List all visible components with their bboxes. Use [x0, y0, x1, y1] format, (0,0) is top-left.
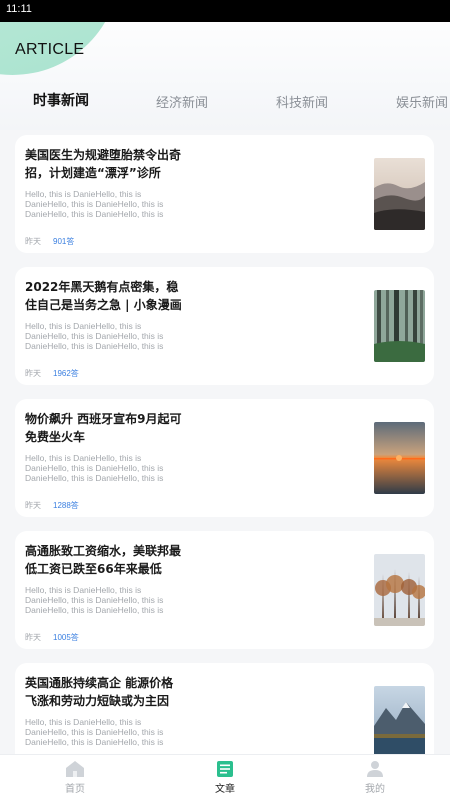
article-thumbnail — [374, 158, 425, 230]
article-views: 1005答 — [53, 633, 79, 642]
nav-profile[interactable]: 我的 — [345, 760, 405, 795]
article-summary: Hello, this is DanieHello, this is Danie… — [25, 189, 164, 219]
tab-current-news[interactable]: 时事新闻 — [33, 90, 89, 110]
article-meta: 昨天 1962答 — [25, 368, 79, 379]
article-thumbnail — [374, 422, 425, 494]
nav-profile-label: 我的 — [365, 784, 385, 795]
article-date: 昨天 — [25, 237, 41, 246]
article-thumbnail — [374, 554, 425, 626]
article-thumbnail — [374, 290, 425, 362]
article-icon — [217, 761, 233, 777]
tab-entertainment-news[interactable]: 娱乐新闻 — [396, 92, 448, 111]
article-summary: Hello, this is DanieHello, this is Danie… — [25, 717, 164, 747]
article-summary: Hello, this is DanieHello, this is Danie… — [25, 585, 164, 615]
home-icon — [66, 761, 84, 777]
tab-economy-news[interactable]: 经济新闻 — [156, 92, 208, 111]
status-bar: 11:11 — [0, 0, 450, 22]
article-views: 901答 — [53, 237, 75, 246]
category-tabs: 时事新闻 经济新闻 科技新闻 娱乐新闻 — [0, 90, 450, 116]
article-title: 物价飙升 西班牙宣布9月起可免费坐火车 — [25, 412, 182, 444]
article-meta: 昨天 1005答 — [25, 632, 79, 643]
article-summary: Hello, this is DanieHello, this is Danie… — [25, 321, 164, 351]
article-card[interactable]: 美国医生为规避堕胎禁令出奇招，计划建造“漂浮”诊所 Hello, this is… — [15, 135, 434, 253]
article-meta: 昨天 901答 — [25, 236, 74, 247]
nav-home-label: 首页 — [65, 784, 85, 795]
nav-article[interactable]: 文章 — [195, 760, 255, 795]
article-card[interactable]: 物价飙升 西班牙宣布9月起可免费坐火车 Hello, this is Danie… — [15, 399, 434, 517]
article-date: 昨天 — [25, 369, 41, 378]
article-meta: 昨天 1288答 — [25, 500, 79, 511]
app-title: ARTICLE — [15, 41, 85, 58]
article-views: 1288答 — [53, 501, 79, 510]
article-title: 高通胀致工资缩水，美联邦最低工资已跌至66年来最低 — [25, 544, 182, 576]
article-summary: Hello, this is DanieHello, this is Danie… — [25, 453, 164, 483]
article-thumbnail — [374, 686, 425, 758]
tab-tech-news[interactable]: 科技新闻 — [276, 92, 328, 111]
article-title: 英国通胀持续高企 能源价格飞涨和劳动力短缺或为主因 — [25, 676, 174, 708]
article-views: 1962答 — [53, 369, 79, 378]
bottom-navigation: 首页 文章 我的 — [0, 754, 450, 800]
article-date: 昨天 — [25, 501, 41, 510]
status-time: 11:11 — [6, 3, 32, 15]
profile-icon — [367, 761, 383, 777]
article-date: 昨天 — [25, 633, 41, 642]
nav-article-label: 文章 — [215, 784, 235, 795]
nav-home[interactable]: 首页 — [45, 760, 105, 795]
article-card[interactable]: 高通胀致工资缩水，美联邦最低工资已跌至66年来最低 Hello, this is… — [15, 531, 434, 649]
article-card[interactable]: 2022年黑天鹅有点密集，稳住自己是当务之急 | 小象漫画 Hello, thi… — [15, 267, 434, 385]
article-title: 2022年黑天鹅有点密集，稳住自己是当务之急 | 小象漫画 — [25, 280, 182, 312]
article-title: 美国医生为规避堕胎禁令出奇招，计划建造“漂浮”诊所 — [25, 148, 182, 180]
